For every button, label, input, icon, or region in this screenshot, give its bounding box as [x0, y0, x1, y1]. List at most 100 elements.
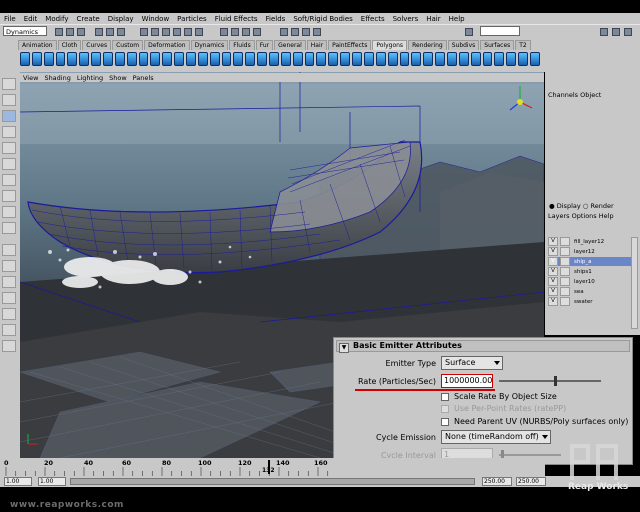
mask-deformations-icon[interactable]	[184, 28, 192, 36]
visibility-toggle[interactable]: V	[548, 247, 558, 256]
layer-row[interactable]: Vfill_layer12	[548, 237, 638, 246]
paint-icon[interactable]	[506, 52, 517, 66]
layout-four-icon[interactable]	[2, 260, 16, 272]
menu-edit[interactable]: Edit	[20, 15, 42, 23]
shelf-tab-animation[interactable]: Animation	[18, 40, 57, 50]
select-object-icon[interactable]	[106, 28, 114, 36]
menu-soft-rigid-bodies[interactable]: Soft/Rigid Bodies	[289, 15, 356, 23]
snap-curve-icon[interactable]	[231, 28, 239, 36]
show-manipulator-icon[interactable]	[2, 206, 16, 218]
split-poly-icon[interactable]	[114, 52, 125, 66]
cleanup-icon[interactable]	[257, 52, 268, 66]
mls-icon[interactable]	[518, 52, 528, 66]
save-scene-icon[interactable]	[77, 28, 85, 36]
shelf-tab-painteffects[interactable]: PaintEffects	[328, 40, 372, 50]
planar-map-icon[interactable]	[280, 52, 291, 66]
append-poly-icon[interactable]	[103, 52, 113, 66]
last-tool-icon[interactable]	[2, 222, 16, 234]
create-poly-icon[interactable]	[91, 52, 102, 66]
layout-side-icon[interactable]	[2, 276, 16, 288]
viewport-menu-panels[interactable]: Panels	[130, 74, 157, 82]
menu-effects[interactable]: Effects	[357, 15, 389, 23]
rotate-tool-icon[interactable]	[2, 142, 16, 154]
merge-icon[interactable]	[150, 52, 161, 66]
torus-icon[interactable]	[79, 52, 90, 66]
rate-slider[interactable]	[499, 380, 601, 382]
mask-surfaces-icon[interactable]	[173, 28, 181, 36]
layer-scrollbar[interactable]	[631, 237, 638, 329]
use-per-point-checkbox[interactable]	[441, 405, 449, 413]
separate-icon[interactable]	[174, 52, 185, 66]
ipr-render-icon[interactable]	[302, 28, 310, 36]
shelf-tab-deformation[interactable]: Deformation	[144, 40, 190, 50]
boolean-union-icon[interactable]	[411, 52, 422, 66]
visibility-toggle[interactable]: V	[548, 257, 558, 266]
triangulate-icon[interactable]	[197, 52, 208, 66]
harden-icon[interactable]	[387, 52, 398, 66]
show-channel-box-icon[interactable]	[624, 28, 632, 36]
poke-icon[interactable]	[470, 52, 481, 66]
emitter-type-dropdown[interactable]: Surface	[441, 356, 503, 370]
select-component-icon[interactable]	[117, 28, 125, 36]
bevel-icon[interactable]	[138, 52, 149, 66]
auto-map-icon[interactable]	[316, 52, 327, 66]
extrude-icon[interactable]	[126, 52, 137, 66]
show-attribute-editor-icon[interactable]	[600, 28, 608, 36]
lasso-tool-icon[interactable]	[2, 94, 16, 106]
visibility-toggle[interactable]: V	[548, 297, 558, 306]
subdiv-icon[interactable]	[482, 52, 493, 66]
cone-icon[interactable]	[55, 52, 66, 66]
display-radio[interactable]: ●	[549, 202, 557, 210]
move-tool-icon[interactable]	[2, 126, 16, 138]
mask-curves-icon[interactable]	[162, 28, 170, 36]
layout-single-icon[interactable]	[2, 244, 16, 256]
cylinder-icon[interactable]	[43, 52, 54, 66]
cyl-map-icon[interactable]	[292, 52, 303, 66]
boolean-diff-icon[interactable]	[423, 52, 434, 66]
menu-help[interactable]: Help	[445, 15, 469, 23]
render-radio[interactable]: ○	[583, 202, 591, 210]
uv-map-icon[interactable]	[269, 52, 279, 66]
normals-icon[interactable]	[363, 52, 374, 66]
menu-display[interactable]: Display	[104, 15, 138, 23]
render-icon[interactable]	[291, 28, 299, 36]
select-hierarchy-icon[interactable]	[95, 28, 103, 36]
mask-handles-icon[interactable]	[140, 28, 148, 36]
shelf-tab-subdivs[interactable]: Subdivs	[447, 40, 480, 50]
viewport-menu-show[interactable]: Show	[106, 74, 130, 82]
shelf-tab-custom[interactable]: Custom	[112, 40, 144, 50]
fill-hole-icon[interactable]	[233, 52, 244, 66]
viewport-menu-shading[interactable]: Shading	[41, 74, 73, 82]
shelf-tab-curves[interactable]: Curves	[82, 40, 112, 50]
rate-field[interactable]: 1000000.000	[441, 374, 493, 388]
menu-set-dropdown[interactable]: Dynamics	[3, 26, 47, 36]
shelf-tab-hair[interactable]: Hair	[306, 40, 328, 50]
visibility-toggle[interactable]: V	[548, 277, 558, 286]
layer-row[interactable]: Vlayer10	[548, 277, 638, 286]
animation-end-field[interactable]: 250.00	[516, 477, 546, 486]
layer-menu-layers[interactable]: Layers	[548, 212, 570, 220]
reduce-icon[interactable]	[245, 52, 256, 66]
combine-icon[interactable]	[162, 52, 173, 66]
layer-row[interactable]: Vlayer12	[548, 247, 638, 256]
playback-toggle[interactable]	[560, 257, 570, 266]
channel-box-tab-channels[interactable]: Channels	[548, 91, 578, 99]
layer-row-selected[interactable]: Vship_a	[548, 257, 638, 266]
menu-file[interactable]: File	[0, 15, 20, 23]
render-globals-icon[interactable]	[313, 28, 321, 36]
shelf-tab-general[interactable]: General	[274, 40, 306, 50]
layout-outliner-icon[interactable]	[2, 292, 16, 304]
reverse-icon[interactable]	[399, 52, 410, 66]
visibility-toggle[interactable]: V	[548, 267, 558, 276]
soften-icon[interactable]	[375, 52, 386, 66]
sew-uv-icon[interactable]	[352, 52, 362, 66]
playback-toggle[interactable]	[560, 237, 570, 246]
layer-row[interactable]: Vships1	[548, 267, 638, 276]
snap-grid-icon[interactable]	[220, 28, 228, 36]
smooth-icon[interactable]	[186, 52, 196, 66]
snap-view-icon[interactable]	[253, 28, 261, 36]
select-face-icon[interactable]	[529, 52, 540, 66]
shelf-tab-t2[interactable]: T2	[515, 40, 531, 50]
menu-solvers[interactable]: Solvers	[389, 15, 423, 23]
menu-create[interactable]: Create	[72, 15, 103, 23]
